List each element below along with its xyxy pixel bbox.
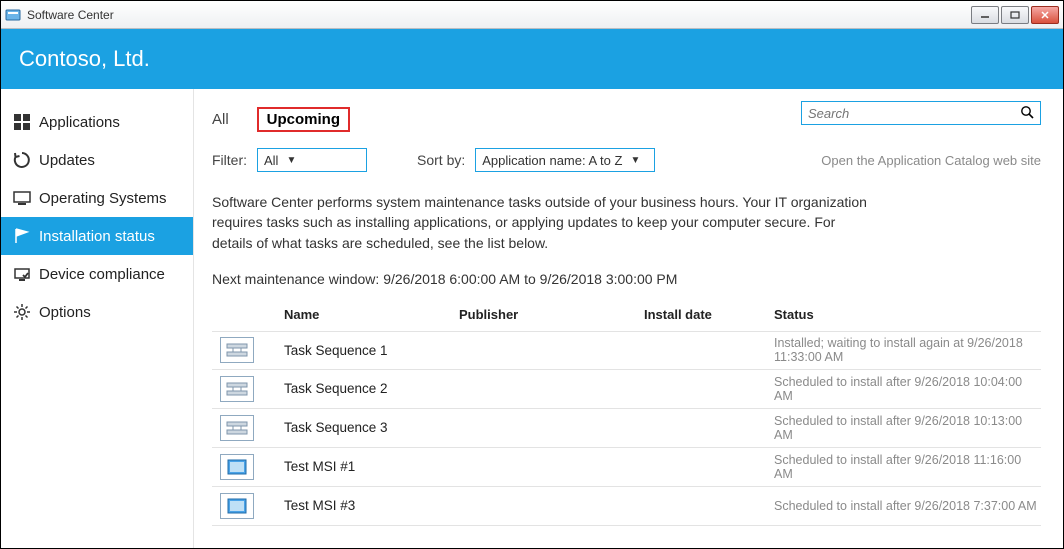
sidebar-item-options[interactable]: Options bbox=[1, 293, 193, 331]
col-status[interactable]: Status bbox=[774, 307, 1041, 322]
msi-package-icon bbox=[220, 493, 254, 519]
task-sequence-icon bbox=[220, 376, 254, 402]
col-publisher[interactable]: Publisher bbox=[459, 307, 644, 322]
maintenance-window-text: Next maintenance window: 9/26/2018 6:00:… bbox=[212, 271, 1041, 287]
close-button[interactable] bbox=[1031, 6, 1059, 24]
sort-combo[interactable]: Application name: A to Z ▼ bbox=[475, 148, 655, 172]
sort-value: Application name: A to Z bbox=[482, 153, 622, 168]
main-panel: All Upcoming Filter: All ▼ Sort by: Appl… bbox=[194, 89, 1063, 548]
sidebar-item-label: Applications bbox=[39, 114, 120, 131]
titlebar: Software Center bbox=[1, 1, 1063, 29]
cell-name: Task Sequence 3 bbox=[284, 420, 459, 435]
filter-label: Filter: bbox=[212, 152, 247, 168]
table-row[interactable]: Task Sequence 2 Scheduled to install afte… bbox=[212, 370, 1041, 409]
table-body: Task Sequence 1 Installed; waiting to ins… bbox=[212, 331, 1041, 526]
cell-status: Scheduled to install after 9/26/2018 10:… bbox=[774, 414, 1041, 442]
col-name[interactable]: Name bbox=[284, 307, 459, 322]
filter-row: Filter: All ▼ Sort by: Application name:… bbox=[212, 148, 1041, 172]
tab-upcoming[interactable]: Upcoming bbox=[257, 107, 350, 132]
installation-table: Name Publisher Install date Status Task … bbox=[212, 301, 1041, 526]
software-center-window: Software Center Contoso, Ltd. Applicatio… bbox=[0, 0, 1064, 549]
updates-icon bbox=[13, 151, 31, 169]
cell-name: Test MSI #3 bbox=[284, 498, 459, 513]
cell-status: Scheduled to install after 9/26/2018 7:3… bbox=[774, 499, 1041, 513]
company-banner: Contoso, Ltd. bbox=[1, 29, 1063, 89]
msi-package-icon bbox=[220, 454, 254, 480]
table-row[interactable]: Task Sequence 3 Scheduled to install afte… bbox=[212, 409, 1041, 448]
window-title: Software Center bbox=[27, 8, 114, 22]
cell-status: Installed; waiting to install again at 9… bbox=[774, 336, 1041, 364]
task-sequence-icon bbox=[220, 415, 254, 441]
compliance-icon bbox=[13, 265, 31, 283]
company-name: Contoso, Ltd. bbox=[19, 46, 150, 72]
sort-label: Sort by: bbox=[417, 152, 465, 168]
catalog-link[interactable]: Open the Application Catalog web site bbox=[821, 153, 1041, 168]
search-input[interactable] bbox=[808, 106, 1020, 121]
gear-icon bbox=[13, 303, 31, 321]
window-controls bbox=[969, 6, 1059, 24]
tab-all[interactable]: All bbox=[212, 111, 229, 128]
col-install-date[interactable]: Install date bbox=[644, 307, 774, 322]
sidebar: Applications Updates Operating Systems I… bbox=[1, 89, 194, 548]
chevron-down-icon: ▼ bbox=[286, 155, 296, 166]
table-row[interactable]: Test MSI #1 Scheduled to install after 9/… bbox=[212, 448, 1041, 487]
task-sequence-icon bbox=[220, 337, 254, 363]
sidebar-item-installation-status[interactable]: Installation status bbox=[1, 217, 193, 255]
content-area: Applications Updates Operating Systems I… bbox=[1, 89, 1063, 548]
flag-icon bbox=[13, 227, 31, 245]
sidebar-item-label: Installation status bbox=[39, 228, 155, 245]
cell-name: Task Sequence 2 bbox=[284, 381, 459, 396]
app-icon bbox=[5, 7, 21, 23]
sidebar-item-applications[interactable]: Applications bbox=[1, 103, 193, 141]
table-row[interactable]: Task Sequence 1 Installed; waiting to ins… bbox=[212, 331, 1041, 370]
sidebar-item-label: Updates bbox=[39, 152, 95, 169]
minimize-button[interactable] bbox=[971, 6, 999, 24]
maximize-button[interactable] bbox=[1001, 6, 1029, 24]
sidebar-item-compliance[interactable]: Device compliance bbox=[1, 255, 193, 293]
search-icon[interactable] bbox=[1020, 105, 1034, 122]
cell-name: Task Sequence 1 bbox=[284, 343, 459, 358]
sidebar-item-updates[interactable]: Updates bbox=[1, 141, 193, 179]
description-text: Software Center performs system maintena… bbox=[212, 192, 872, 253]
sidebar-item-label: Device compliance bbox=[39, 266, 165, 283]
os-icon bbox=[13, 189, 31, 207]
search-box[interactable] bbox=[801, 101, 1041, 125]
filter-combo[interactable]: All ▼ bbox=[257, 148, 367, 172]
sidebar-item-label: Operating Systems bbox=[39, 190, 167, 207]
cell-status: Scheduled to install after 9/26/2018 10:… bbox=[774, 375, 1041, 403]
filter-value: All bbox=[264, 153, 278, 168]
cell-status: Scheduled to install after 9/26/2018 11:… bbox=[774, 453, 1041, 481]
apps-icon bbox=[13, 113, 31, 131]
table-header: Name Publisher Install date Status bbox=[212, 301, 1041, 331]
sidebar-item-os[interactable]: Operating Systems bbox=[1, 179, 193, 217]
table-row[interactable]: Test MSI #3 Scheduled to install after 9/… bbox=[212, 487, 1041, 526]
chevron-down-icon: ▼ bbox=[630, 155, 640, 166]
cell-name: Test MSI #1 bbox=[284, 459, 459, 474]
sidebar-item-label: Options bbox=[39, 304, 91, 321]
